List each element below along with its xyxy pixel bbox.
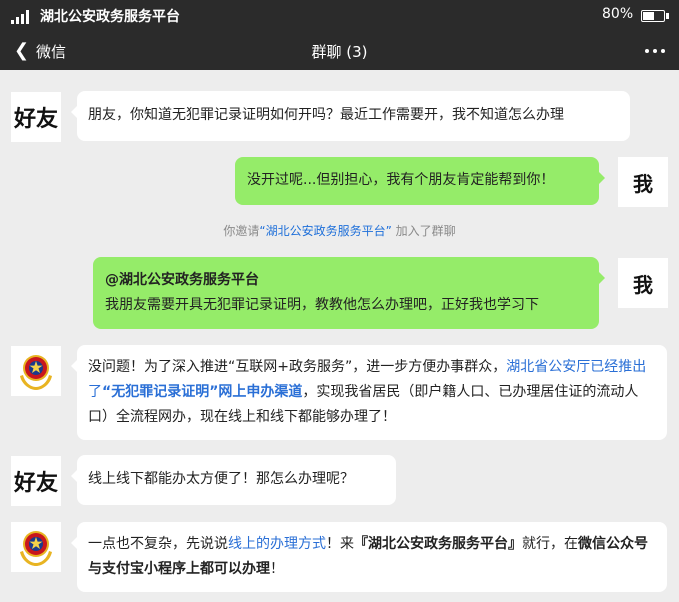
highlight-text: 线上的办理方式 xyxy=(228,536,326,552)
avatar-police[interactable] xyxy=(11,346,61,396)
battery-icon xyxy=(641,10,669,22)
signal-icon xyxy=(11,10,35,24)
message-bubble-friend[interactable]: 线上线下都能办太方便了！那怎么办理呢？ xyxy=(71,455,396,505)
nav-bar: ❮ 微信 群聊 (3) xyxy=(0,31,679,70)
message-text: 没开过呢...但别担心，我有个朋友肯定能帮到你！ xyxy=(247,172,555,188)
chat-title: 群聊 (3) xyxy=(311,43,368,61)
status-bar: 湖北公安政务服务平台 80% xyxy=(0,0,679,31)
system-notice-link[interactable]: “湖北公安政务服务平台” xyxy=(259,224,391,238)
police-emblem-icon xyxy=(20,355,52,390)
more-icon[interactable] xyxy=(645,49,665,53)
service-link[interactable]: “无犯罪记录证明”网上申办渠道 xyxy=(102,384,302,400)
message-bubble-friend[interactable]: 朋友，你知道无犯罪记录证明如何开吗？最近工作需要开，我不知道怎么办理 xyxy=(71,91,630,141)
message-bubble-me[interactable]: 没开过呢...但别担心，我有个朋友肯定能帮到你！ xyxy=(235,157,605,205)
police-emblem-icon xyxy=(20,531,52,566)
avatar-friend[interactable]: 好友 xyxy=(11,456,61,506)
message-text: 朋友，你知道无犯罪记录证明如何开吗？最近工作需要开，我不知道怎么办理 xyxy=(88,107,564,123)
avatar-me[interactable]: 我 xyxy=(618,157,668,207)
message-bubble-police[interactable]: 没问题！为了深入推进“互联网+政务服务”，进一步方便办事群众，湖北省公安厅已经推… xyxy=(71,345,667,440)
platform-name: 『湖北公安政务服务平台』 xyxy=(354,536,522,552)
avatar-police[interactable] xyxy=(11,522,61,572)
message-text: 线上线下都能办太方便了！那怎么办理呢？ xyxy=(88,471,354,487)
mention-text[interactable]: @湖北公安政务服务平台 xyxy=(105,268,587,293)
battery-percent: 80% xyxy=(602,6,634,22)
carrier-name: 湖北公安政务服务平台 xyxy=(40,9,180,25)
system-notice: 你邀请“湖北公安政务服务平台” 加入了群聊 xyxy=(223,224,456,238)
message-bubble-police[interactable]: 一点也不复杂，先说说线上的办理方式！来『湖北公安政务服务平台』就行，在微信公众号… xyxy=(71,522,667,592)
message-text: 我朋友需要开具无犯罪记录证明，教教他怎么办理吧，正好我也学习下 xyxy=(105,297,539,313)
message-bubble-me[interactable]: @湖北公安政务服务平台 我朋友需要开具无犯罪记录证明，教教他怎么办理吧，正好我也… xyxy=(93,257,605,329)
avatar-me[interactable]: 我 xyxy=(618,258,668,308)
avatar-friend[interactable]: 好友 xyxy=(11,92,61,142)
